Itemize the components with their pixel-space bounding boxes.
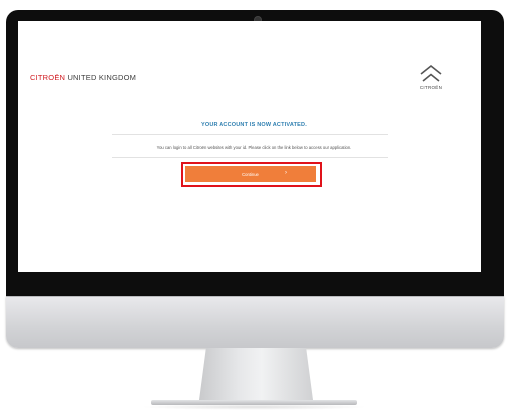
- logo-wordmark: CITROËN: [419, 85, 443, 90]
- continue-button[interactable]: Continue ›: [185, 166, 316, 182]
- divider-top: [112, 134, 388, 135]
- page-title: YOUR ACCOUNT IS NOW ACTIVATED.: [201, 122, 307, 128]
- continue-label: Continue: [242, 171, 259, 177]
- brand-name: CITROËN: [30, 73, 66, 82]
- divider-bottom: [112, 157, 388, 158]
- brand-region: UNITED KINGDOM: [65, 73, 137, 82]
- monitor-chin: [6, 296, 504, 348]
- chevron-right-icon: ›: [285, 170, 287, 176]
- chin-divider: [6, 296, 504, 297]
- info-text: You can login to all Citroën websites wi…: [156, 145, 352, 150]
- double-chevron-icon: [420, 64, 442, 82]
- citroen-logo: CITROËN: [419, 64, 443, 94]
- monitor-base: [151, 400, 357, 405]
- monitor-stand: [199, 348, 313, 400]
- brand-title: CITROËN UNITED KINGDOM: [30, 73, 136, 82]
